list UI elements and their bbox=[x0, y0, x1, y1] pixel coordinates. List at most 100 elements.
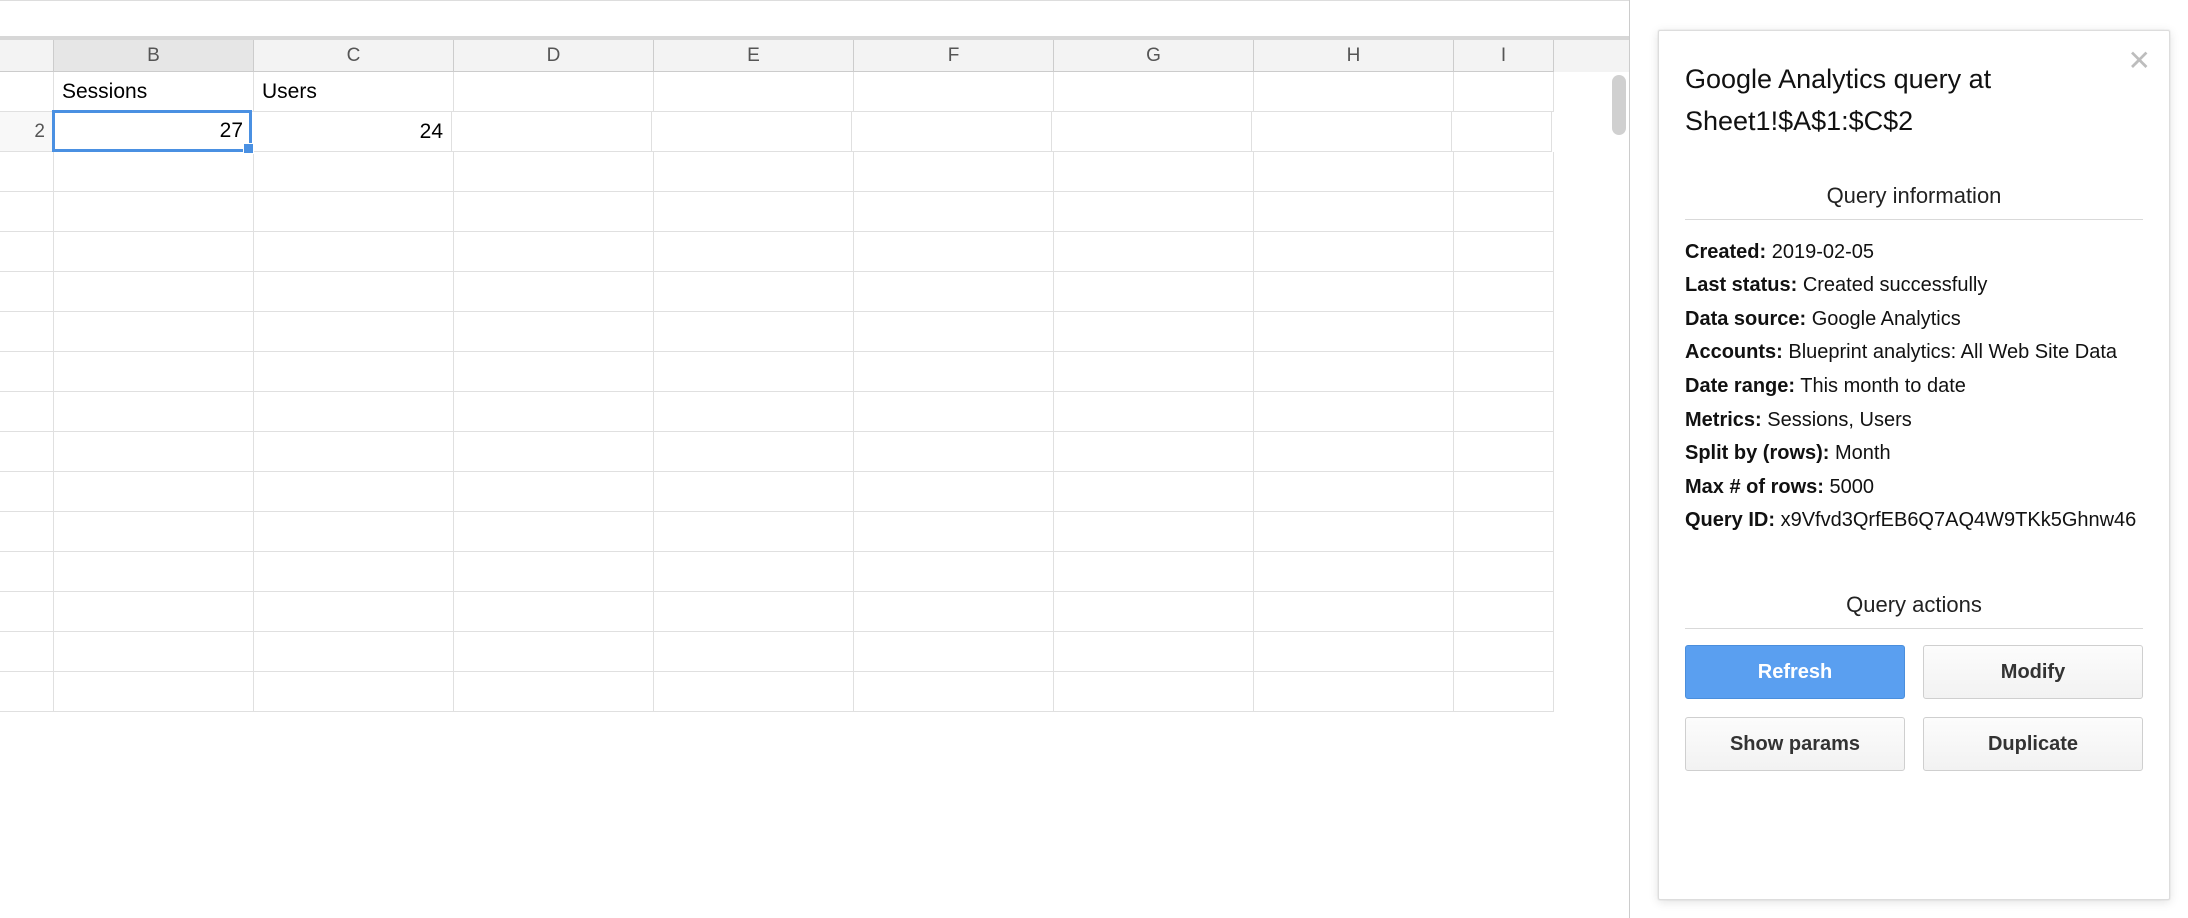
cell-f2[interactable] bbox=[852, 112, 1052, 152]
cell[interactable] bbox=[1054, 192, 1254, 232]
row-header[interactable] bbox=[0, 472, 54, 512]
select-all-corner[interactable] bbox=[0, 40, 54, 72]
row-header[interactable] bbox=[0, 232, 54, 272]
cell[interactable] bbox=[654, 512, 854, 552]
row-header[interactable] bbox=[0, 552, 54, 592]
cell[interactable] bbox=[454, 312, 654, 352]
column-header-c[interactable]: C bbox=[254, 40, 454, 72]
cell[interactable] bbox=[1054, 352, 1254, 392]
cell[interactable] bbox=[1454, 152, 1554, 192]
cell[interactable] bbox=[1054, 632, 1254, 672]
cell[interactable] bbox=[254, 512, 454, 552]
cell[interactable] bbox=[1454, 432, 1554, 472]
cell[interactable] bbox=[454, 232, 654, 272]
cell-e2[interactable] bbox=[652, 112, 852, 152]
cell[interactable] bbox=[654, 592, 854, 632]
cell[interactable] bbox=[254, 392, 454, 432]
cell[interactable] bbox=[1454, 312, 1554, 352]
cell-b1[interactable]: Sessions bbox=[54, 72, 254, 112]
cell[interactable] bbox=[54, 352, 254, 392]
cell[interactable] bbox=[1054, 512, 1254, 552]
cell[interactable] bbox=[854, 432, 1054, 472]
cell[interactable] bbox=[1254, 352, 1454, 392]
cell[interactable] bbox=[654, 392, 854, 432]
cell[interactable] bbox=[654, 232, 854, 272]
cell[interactable] bbox=[254, 672, 454, 712]
cell-e1[interactable] bbox=[654, 72, 854, 112]
cell[interactable] bbox=[1054, 272, 1254, 312]
cell[interactable] bbox=[1054, 312, 1254, 352]
cell[interactable] bbox=[854, 392, 1054, 432]
cell[interactable] bbox=[1454, 632, 1554, 672]
cell[interactable] bbox=[54, 312, 254, 352]
cell[interactable] bbox=[1454, 192, 1554, 232]
column-header-g[interactable]: G bbox=[1054, 40, 1254, 72]
cell[interactable] bbox=[454, 272, 654, 312]
cell-h1[interactable] bbox=[1254, 72, 1454, 112]
refresh-button[interactable]: Refresh bbox=[1685, 645, 1905, 699]
cell[interactable] bbox=[854, 352, 1054, 392]
cell[interactable] bbox=[54, 672, 254, 712]
row-header[interactable] bbox=[0, 672, 54, 712]
cell[interactable] bbox=[854, 472, 1054, 512]
cell[interactable] bbox=[1054, 592, 1254, 632]
row-header[interactable] bbox=[0, 392, 54, 432]
vertical-scrollbar-thumb[interactable] bbox=[1612, 75, 1626, 135]
cell[interactable] bbox=[454, 592, 654, 632]
cell[interactable] bbox=[254, 432, 454, 472]
row-header[interactable] bbox=[0, 272, 54, 312]
cell[interactable] bbox=[1254, 152, 1454, 192]
cell[interactable] bbox=[654, 672, 854, 712]
cell[interactable] bbox=[1254, 592, 1454, 632]
cell[interactable] bbox=[854, 152, 1054, 192]
cell[interactable] bbox=[854, 312, 1054, 352]
cell[interactable] bbox=[1054, 552, 1254, 592]
cell[interactable] bbox=[254, 592, 454, 632]
cell[interactable] bbox=[654, 192, 854, 232]
cell[interactable] bbox=[1054, 232, 1254, 272]
cell[interactable] bbox=[254, 472, 454, 512]
cell[interactable] bbox=[1454, 472, 1554, 512]
cell[interactable] bbox=[1454, 392, 1554, 432]
cell[interactable] bbox=[1254, 552, 1454, 592]
column-header-i[interactable]: I bbox=[1454, 40, 1554, 72]
cell[interactable] bbox=[1254, 392, 1454, 432]
cell-g2[interactable] bbox=[1052, 112, 1252, 152]
column-header-h[interactable]: H bbox=[1254, 40, 1454, 72]
cell[interactable] bbox=[54, 552, 254, 592]
cell[interactable] bbox=[254, 312, 454, 352]
cell-g1[interactable] bbox=[1054, 72, 1254, 112]
cell[interactable] bbox=[1254, 632, 1454, 672]
cell[interactable] bbox=[1054, 672, 1254, 712]
cell[interactable] bbox=[454, 512, 654, 552]
column-header-e[interactable]: E bbox=[654, 40, 854, 72]
cell[interactable] bbox=[54, 392, 254, 432]
cell[interactable] bbox=[54, 232, 254, 272]
row-header[interactable] bbox=[0, 592, 54, 632]
cell[interactable] bbox=[1054, 392, 1254, 432]
row-header[interactable] bbox=[0, 192, 54, 232]
cell[interactable] bbox=[254, 352, 454, 392]
cell[interactable] bbox=[54, 152, 254, 192]
cell-d2[interactable] bbox=[452, 112, 652, 152]
cell[interactable] bbox=[654, 472, 854, 512]
duplicate-button[interactable]: Duplicate bbox=[1923, 717, 2143, 771]
cell[interactable] bbox=[454, 672, 654, 712]
cell[interactable] bbox=[1454, 552, 1554, 592]
cell-i1[interactable] bbox=[1454, 72, 1554, 112]
cell[interactable] bbox=[1254, 232, 1454, 272]
row-header[interactable] bbox=[0, 432, 54, 472]
cell[interactable] bbox=[454, 552, 654, 592]
cell[interactable] bbox=[654, 352, 854, 392]
cell[interactable] bbox=[454, 152, 654, 192]
modify-button[interactable]: Modify bbox=[1923, 645, 2143, 699]
cell[interactable] bbox=[254, 232, 454, 272]
cell[interactable] bbox=[254, 632, 454, 672]
cell-i2[interactable] bbox=[1452, 112, 1552, 152]
row-header[interactable] bbox=[0, 152, 54, 192]
row-header[interactable] bbox=[0, 632, 54, 672]
cell[interactable] bbox=[854, 232, 1054, 272]
cell[interactable] bbox=[1254, 672, 1454, 712]
cell[interactable] bbox=[254, 552, 454, 592]
cell-c2[interactable]: 24 bbox=[252, 112, 452, 152]
